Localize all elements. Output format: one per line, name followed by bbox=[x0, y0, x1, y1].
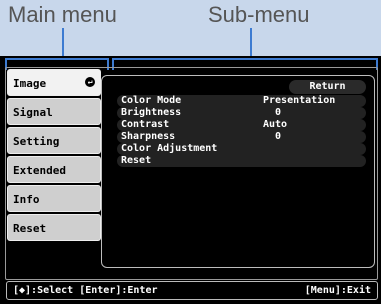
sub-menu-row-reset[interactable]: Reset bbox=[102, 155, 366, 167]
main-menu-item-signal[interactable]: Signal bbox=[7, 98, 101, 125]
main-menu-item-extended[interactable]: Extended bbox=[7, 156, 101, 183]
row-label: Sharpness bbox=[121, 131, 176, 142]
row-label: Contrast bbox=[121, 119, 170, 130]
sub-menu: Return Color Mode Presentation Brightnes… bbox=[101, 75, 375, 268]
main-menu-caption: Main menu bbox=[8, 2, 117, 27]
main-menu-item-reset[interactable]: Reset bbox=[7, 214, 101, 241]
status-hint-select-enter: [◆]:Select [Enter]:Enter bbox=[13, 285, 158, 296]
main-menu-item-info[interactable]: Info bbox=[7, 185, 101, 212]
sub-menu-caption: Sub-menu bbox=[208, 2, 310, 27]
main-menu-item-label: Image bbox=[13, 77, 47, 90]
status-bar: [◆]:Select [Enter]:Enter [Menu]:Exit bbox=[6, 281, 378, 300]
sub-menu-row-color-adjustment[interactable]: Color Adjustment bbox=[102, 143, 366, 155]
row-value: 0 bbox=[275, 131, 282, 142]
sub-menu-pointer bbox=[250, 28, 252, 58]
main-menu-item-setting[interactable]: Setting bbox=[7, 127, 101, 154]
row-label: Color Adjustment bbox=[121, 143, 218, 154]
row-highlight bbox=[117, 155, 366, 167]
row-value: Auto bbox=[263, 119, 288, 130]
main-menu-item-label: Signal bbox=[13, 106, 53, 119]
row-value: Presentation bbox=[263, 95, 336, 106]
row-label: Reset bbox=[121, 155, 152, 166]
main-menu: Image ↵ Signal Setting Extended Info Res… bbox=[7, 69, 101, 243]
sub-menu-row-brightness[interactable]: Brightness 0 bbox=[102, 107, 366, 119]
sub-menu-row-contrast[interactable]: Contrast Auto bbox=[102, 119, 366, 131]
enter-arrow-icon: ↵ bbox=[85, 77, 95, 87]
main-menu-item-image[interactable]: Image ↵ bbox=[7, 69, 101, 96]
callout-area: Main menu Sub-menu bbox=[0, 0, 381, 58]
status-hint-exit: [Menu]:Exit bbox=[304, 285, 371, 296]
main-menu-item-label: Extended bbox=[13, 164, 66, 177]
row-label: Brightness bbox=[121, 107, 182, 118]
projector-menu-screen: Image ↵ Signal Setting Extended Info Res… bbox=[0, 56, 381, 304]
row-label: Color Mode bbox=[121, 95, 182, 106]
main-menu-item-label: Info bbox=[13, 193, 40, 206]
return-button[interactable]: Return bbox=[289, 80, 366, 94]
main-menu-pointer bbox=[62, 28, 64, 58]
main-menu-item-label: Setting bbox=[13, 135, 60, 148]
sub-menu-row-color-mode[interactable]: Color Mode Presentation bbox=[102, 95, 366, 107]
main-menu-item-label: Reset bbox=[13, 222, 47, 235]
row-value: 0 bbox=[275, 107, 282, 118]
sub-menu-row-sharpness[interactable]: Sharpness 0 bbox=[102, 131, 366, 143]
